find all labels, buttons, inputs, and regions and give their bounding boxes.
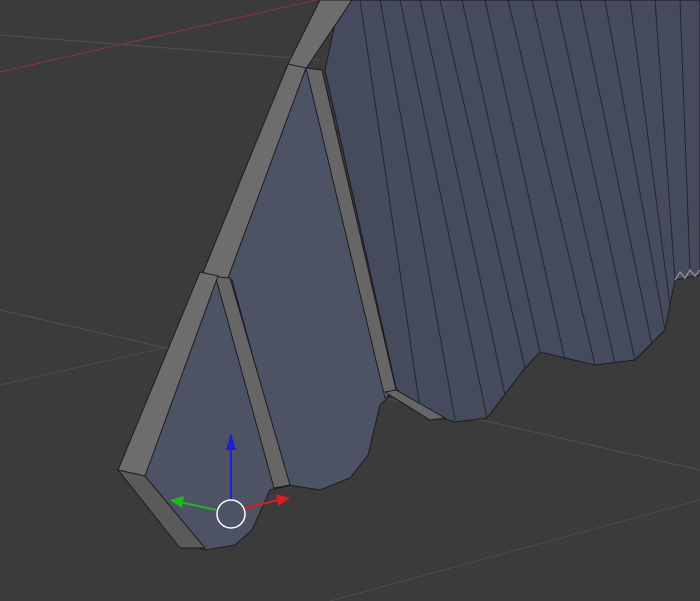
viewport-canvas[interactable] bbox=[0, 0, 700, 601]
grid-line bbox=[0, 34, 321, 61]
shingle-mesh[interactable] bbox=[116, 0, 700, 551]
grid-line bbox=[329, 499, 700, 601]
3d-viewport[interactable] bbox=[0, 0, 700, 601]
x-axis-arrow-icon[interactable] bbox=[276, 494, 290, 506]
